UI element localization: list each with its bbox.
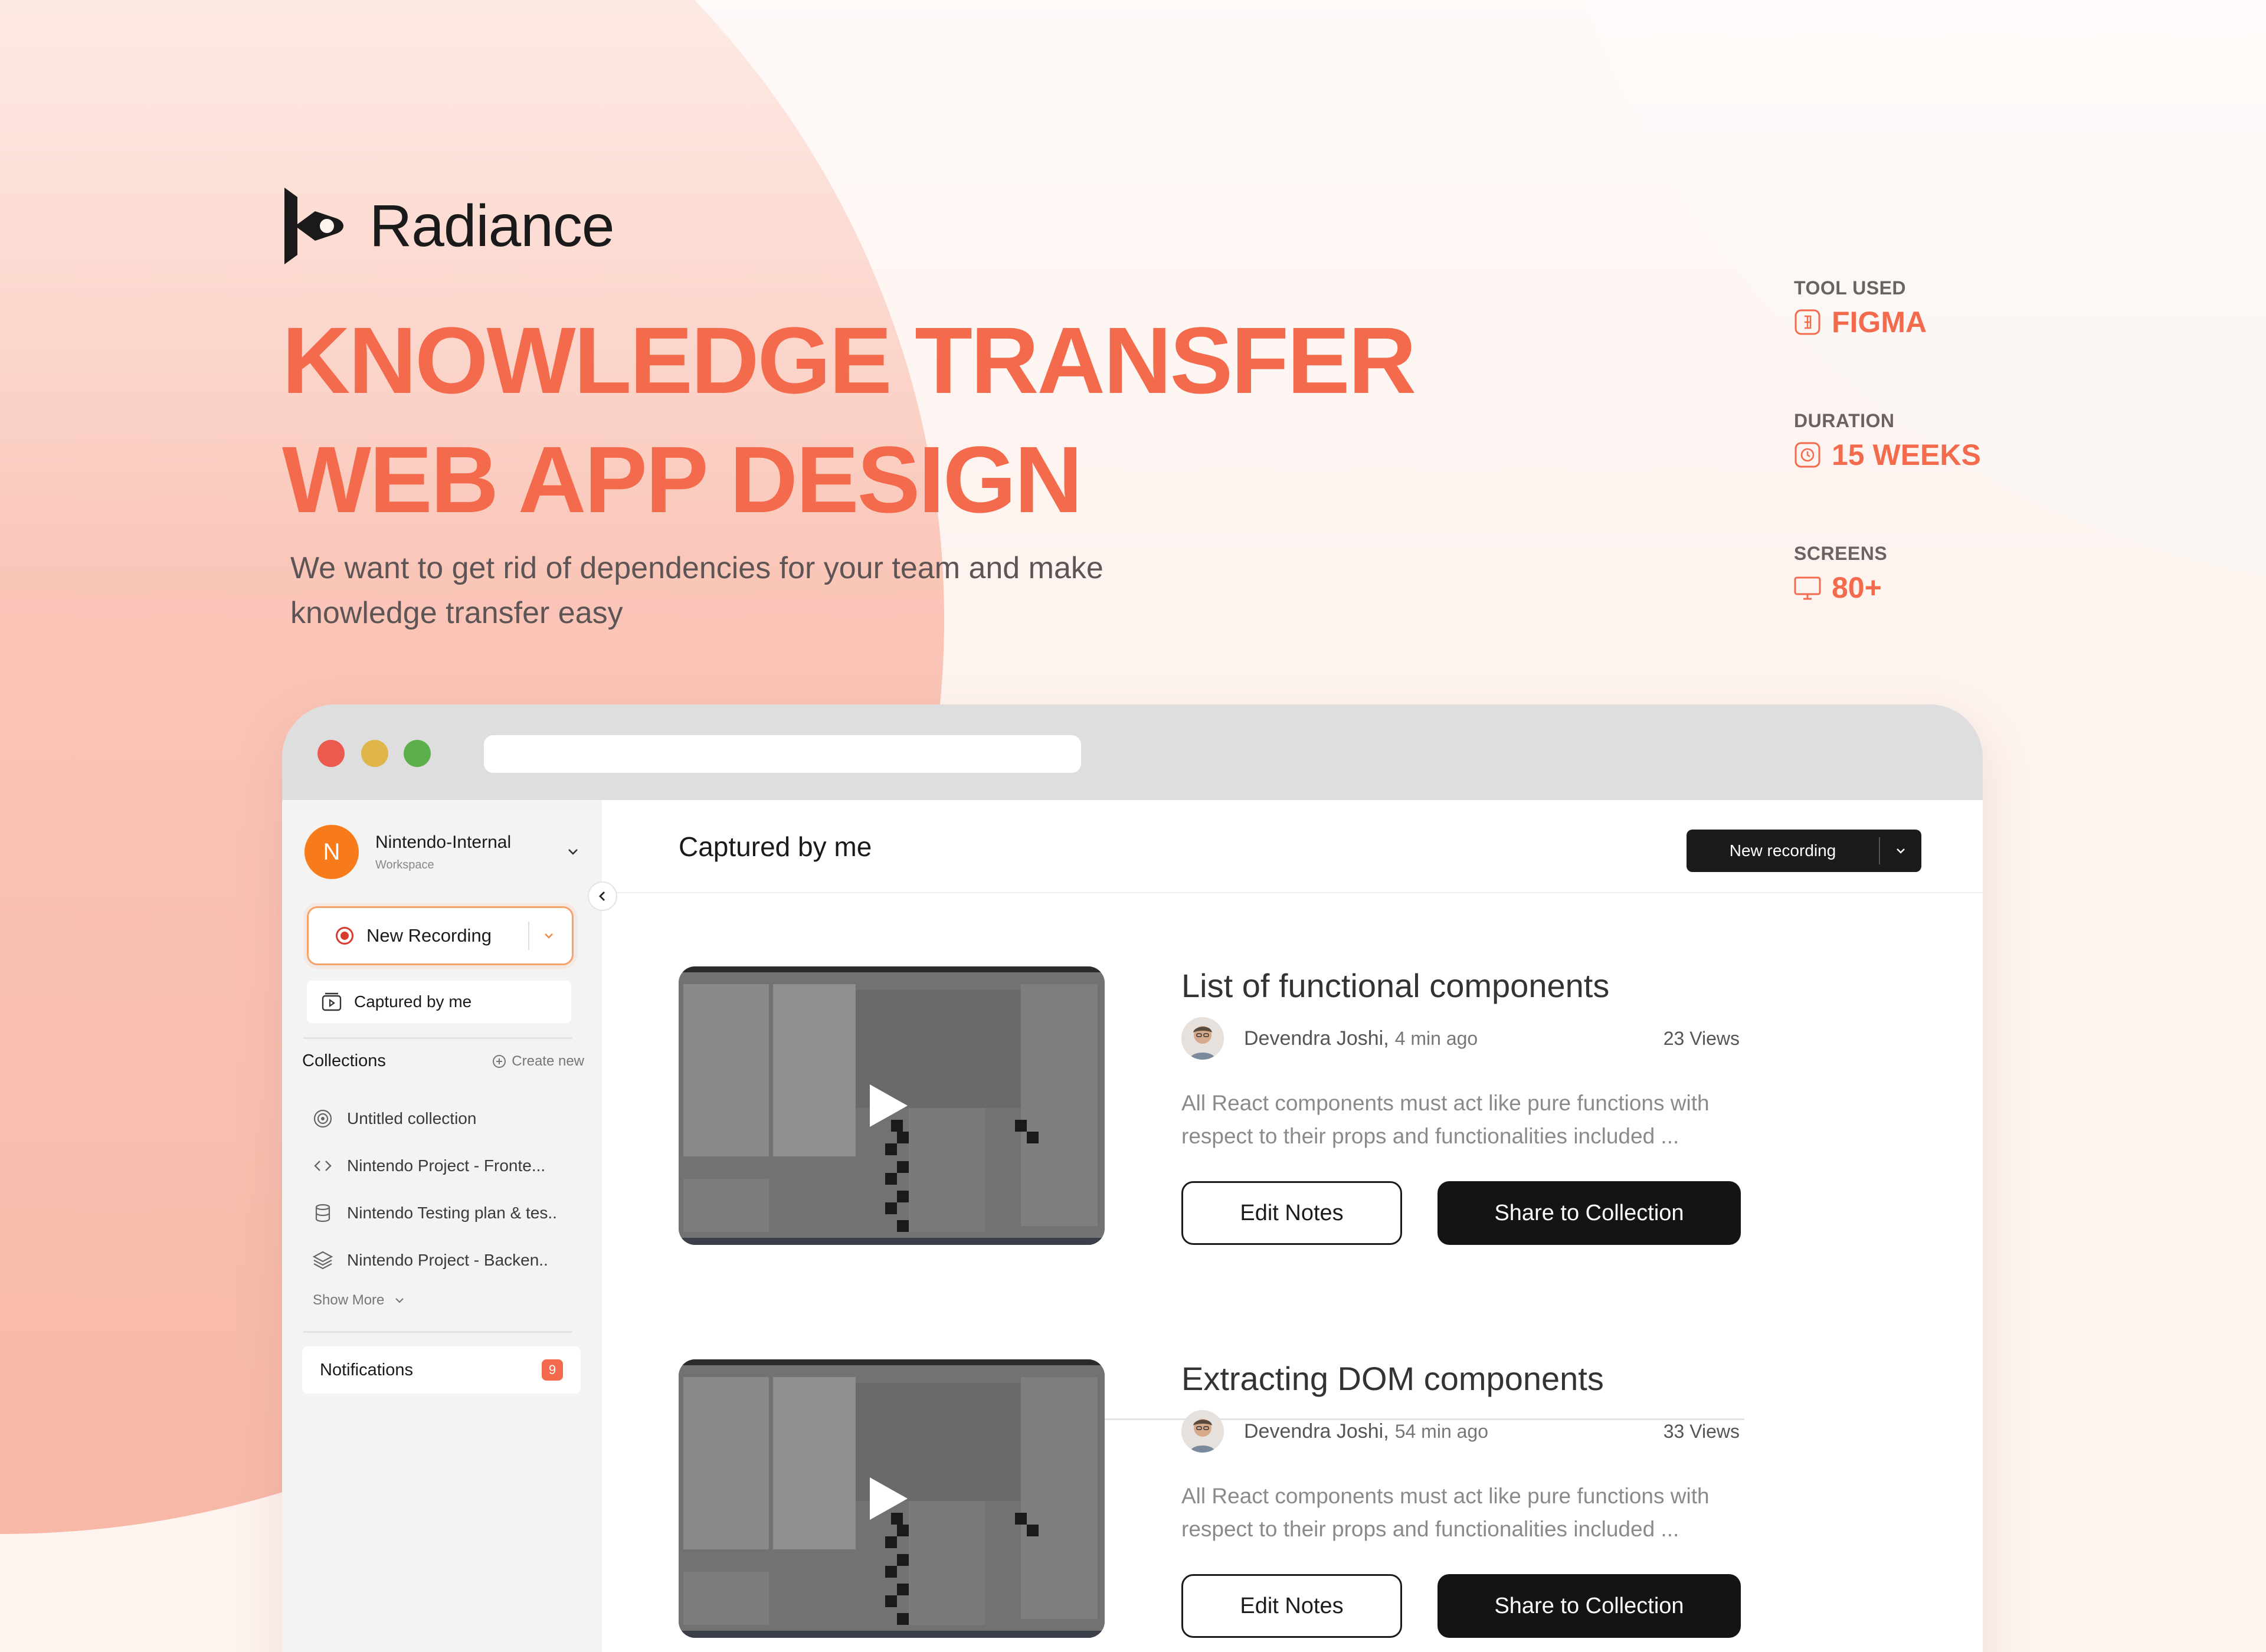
radiance-logo-icon — [284, 188, 343, 264]
main-content: Captured by me New recording List of fun… — [602, 800, 1983, 1652]
author-name: Devendra Joshi, — [1244, 1027, 1389, 1050]
show-more-button[interactable]: Show More — [313, 1292, 407, 1309]
time-ago: 4 min ago — [1394, 1027, 1478, 1049]
video-thumbnail[interactable] — [679, 1359, 1105, 1638]
meta-duration: DURATION 15 WEEKS — [1794, 410, 1981, 471]
workspace-name: Nintendo-Internal — [375, 832, 512, 852]
recording-card: Extracting DOM components Devendra Joshi… — [679, 1359, 1744, 1643]
url-bar[interactable] — [484, 735, 1081, 773]
chevron-down-icon — [568, 849, 578, 855]
new-recording-header-button[interactable]: New recording — [1687, 830, 1921, 872]
chevron-down-icon — [395, 1298, 404, 1303]
page-subtitle: We want to get rid of dependencies for y… — [290, 551, 1103, 630]
play-icon[interactable] — [866, 1475, 910, 1522]
collapse-sidebar-button[interactable] — [588, 881, 617, 911]
create-collection-button[interactable]: Create new — [492, 1053, 584, 1070]
record-icon — [336, 927, 353, 945]
minimize-window-button[interactable] — [361, 740, 388, 767]
chevron-left-icon — [599, 891, 605, 901]
notifications-button[interactable]: Notifications 9 — [302, 1346, 581, 1394]
sidebar-item-label: Captured by me — [354, 992, 472, 1011]
plus-circle-icon — [493, 1054, 506, 1068]
notification-count-badge: 9 — [542, 1359, 563, 1381]
recording-title[interactable]: Extracting DOM components — [1181, 1359, 1604, 1398]
play-icon[interactable] — [866, 1082, 910, 1129]
share-to-collection-button[interactable]: Share to Collection — [1437, 1181, 1741, 1245]
collection-item[interactable]: Nintendo Testing plan & tes.. — [312, 1189, 583, 1237]
main-header: Captured by me New recording — [602, 800, 1983, 893]
avatar — [1181, 1410, 1224, 1453]
meta-screens: SCREENS 80+ — [1794, 543, 1888, 604]
share-to-collection-button[interactable]: Share to Collection — [1437, 1574, 1741, 1638]
time-ago: 54 min ago — [1394, 1420, 1489, 1442]
video-thumbnail[interactable] — [679, 966, 1105, 1245]
video-folder-icon — [322, 992, 342, 1011]
edit-notes-button[interactable]: Edit Notes — [1181, 1181, 1402, 1245]
collections-list: Untitled collection Nintendo Project - F… — [312, 1095, 583, 1284]
recording-description: All React components must act like pure … — [1181, 1484, 1710, 1541]
recording-title[interactable]: List of functional components — [1181, 966, 1609, 1005]
brand: Radiance — [284, 188, 615, 264]
page-headline: KNOWLEDGE TRANSFER WEB APP DESIGN — [282, 301, 1416, 539]
chevron-down-icon[interactable] — [540, 927, 558, 945]
meta-tool: TOOL USED FIGMA — [1794, 277, 1927, 339]
page-title: Captured by me — [679, 831, 872, 862]
author-row: Devendra Joshi, 54 min ago 33 Views — [1181, 1410, 1740, 1453]
collection-item[interactable]: Untitled collection — [312, 1095, 583, 1142]
chevron-down-icon — [1897, 848, 1905, 854]
maximize-window-button[interactable] — [404, 740, 431, 767]
layers-icon — [312, 1251, 333, 1270]
headline-line-2: WEB APP DESIGN — [282, 427, 1083, 532]
edit-notes-button[interactable]: Edit Notes — [1181, 1574, 1402, 1638]
sidebar: N Nintendo-Internal Workspace New Record… — [282, 800, 602, 1652]
clock-icon — [1795, 442, 1820, 468]
workspace-switcher[interactable]: N Nintendo-Internal Workspace — [304, 825, 582, 879]
recording-card: List of functional components Devendra J… — [679, 966, 1744, 1250]
new-recording-label: New Recording — [366, 925, 492, 946]
collection-item[interactable]: Nintendo Project - Fronte... — [312, 1142, 583, 1189]
code-icon — [314, 1161, 332, 1171]
browser-titlebar — [282, 704, 1983, 800]
notifications-label: Notifications — [320, 1360, 413, 1379]
monitor-icon — [1794, 576, 1821, 600]
database-icon — [315, 1204, 330, 1222]
target-icon — [313, 1109, 332, 1128]
figma-icon — [1795, 309, 1820, 335]
sidebar-item-captured[interactable]: Captured by me — [307, 981, 571, 1023]
recording-description: All React components must act like pure … — [1181, 1091, 1710, 1148]
author-row: Devendra Joshi, 4 min ago 23 Views — [1181, 1017, 1740, 1060]
close-window-button[interactable] — [317, 740, 345, 767]
new-recording-button[interactable]: New Recording — [307, 906, 574, 965]
workspace-avatar: N — [304, 825, 359, 879]
collection-item[interactable]: Nintendo Project - Backen.. — [312, 1237, 583, 1284]
view-count: 23 Views — [1663, 1027, 1740, 1049]
browser-window: N Nintendo-Internal Workspace New Record… — [282, 704, 1983, 1652]
collections-title: Collections — [302, 1051, 386, 1070]
collections-header: Collections Create new — [302, 1051, 584, 1071]
headline-line-1: KNOWLEDGE TRANSFER — [282, 307, 1416, 413]
author-name: Devendra Joshi, — [1244, 1420, 1389, 1443]
divider — [303, 1331, 572, 1333]
avatar — [1181, 1017, 1224, 1060]
brand-name: Radiance — [369, 192, 615, 259]
new-recording-dropdown[interactable] — [1880, 843, 1921, 858]
workspace-sub: Workspace — [375, 858, 434, 871]
view-count: 33 Views — [1663, 1420, 1740, 1442]
project-meta: TOOL USED FIGMA DURATION 15 WEEKS SCREEN… — [1794, 277, 2089, 676]
divider — [303, 1037, 572, 1039]
